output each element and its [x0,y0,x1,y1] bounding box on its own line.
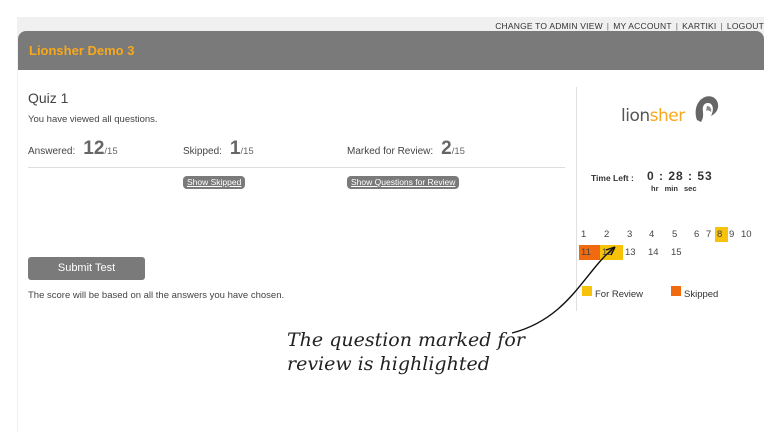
review-legend-label: For Review [595,289,644,300]
logo-text-a: lion [621,106,650,126]
lionsher-logo: lionsher [621,96,719,126]
main-content: Quiz 1 You have viewed all questions. An… [18,70,764,446]
question-cell-11[interactable]: 11 [579,245,600,260]
quiz-title: Quiz 1 [28,90,69,106]
question-cell-1[interactable]: 1 [579,227,601,242]
time-units: hr min sec [651,184,697,193]
skipped-total: /15 [240,146,254,157]
question-cell-4[interactable]: 4 [647,227,669,242]
header-title: Lionsher Demo 3 [29,43,135,58]
review-label: Marked for Review: [347,146,434,157]
question-cell-6[interactable]: 6 [692,227,704,242]
answered-stat: Answered: 12/15 [28,138,118,160]
user-name-link[interactable]: KARTIKI [682,21,716,31]
score-note: The score will be based on all the answe… [28,290,285,301]
question-cell-10[interactable]: 10 [739,227,757,242]
logout-link[interactable]: LOGOUT [727,21,764,31]
show-skipped-button[interactable]: Show Skipped [183,176,246,189]
question-cell-15[interactable]: 15 [669,245,691,260]
lion-head-icon [695,96,719,122]
skipped-label: Skipped: [183,146,222,157]
question-cell-5[interactable]: 5 [670,227,692,242]
change-to-admin-view-link[interactable]: CHANGE TO ADMIN VIEW [495,21,603,31]
review-legend-swatch [582,286,592,296]
separator: | [720,21,723,31]
answered-label: Answered: [28,146,76,157]
answered-total: /15 [104,146,118,157]
review-total: /15 [451,146,465,157]
time-left: Time Left : 0 : 28 : 53 hr min sec [591,169,712,193]
skipped-count: 1 [229,138,241,159]
question-cell-13[interactable]: 13 [623,245,645,260]
show-review-button[interactable]: Show Questions for Review [347,176,460,189]
viewed-status: You have viewed all questions. [28,114,158,125]
skipped-stat: Skipped: 1/15 [183,138,254,160]
question-cell-12[interactable]: 12 [600,245,623,260]
time-digits: 0 : 28 : 53 [647,169,713,183]
separator: | [675,21,679,31]
top-links: CHANGE TO ADMIN VIEW | MY ACCOUNT | KARTIKI |… [495,21,764,31]
submit-test-button[interactable]: Submit Test [28,257,145,280]
question-cell-2[interactable]: 2 [602,227,624,242]
annotation-line-2: review is highlighted [287,353,490,375]
annotation-line-1: The question marked for [287,329,525,351]
my-account-link[interactable]: MY ACCOUNT [613,21,672,31]
review-stat: Marked for Review: 2/15 [347,138,465,160]
logo-text-b: sher [649,106,686,126]
skipped-legend-swatch [671,286,681,296]
skipped-legend-label: Skipped [684,289,719,300]
question-cell-3[interactable]: 3 [625,227,647,242]
question-cell-9[interactable]: 9 [727,227,739,242]
annotation-text: The question marked for review is highli… [287,328,525,376]
answered-count: 12 [83,138,105,159]
logo-text: lionsher [621,106,685,126]
review-count: 2 [441,138,452,159]
divider [28,167,565,168]
separator: | [606,21,610,31]
question-cell-14[interactable]: 14 [646,245,668,260]
sidebar-panel: lionsher Time Left : 0 : 28 : 53 hr min … [576,87,765,311]
time-left-label: Time Left : [591,173,634,183]
page-header: Lionsher Demo 3 [18,31,764,70]
